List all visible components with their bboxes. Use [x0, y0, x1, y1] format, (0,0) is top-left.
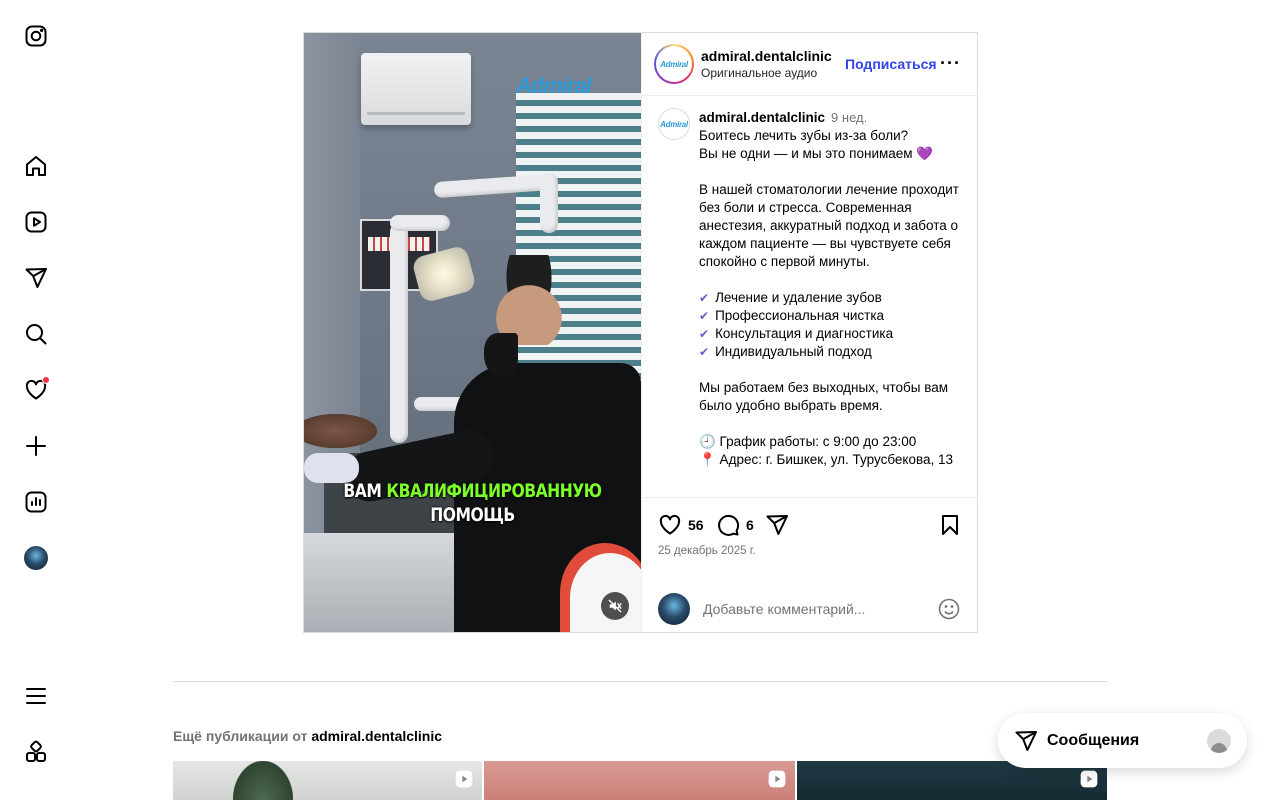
caption-paragraph-3: Мы работаем без выходных, чтобы вам было… — [699, 380, 949, 413]
emoji-icon — [938, 598, 960, 619]
save-button[interactable] — [938, 513, 962, 537]
heart-icon — [659, 514, 681, 535]
comment-input[interactable] — [703, 600, 923, 617]
like-count[interactable]: 56 — [688, 517, 704, 533]
messages-label: Сообщения — [1047, 731, 1140, 749]
checkmark-icon: ✔ — [699, 327, 710, 341]
reel-icon — [767, 769, 787, 789]
reel-icon — [454, 769, 474, 789]
caption-avatar-logo: Admiral — [660, 119, 688, 129]
service-item: ✔ Консультация и диагностика — [699, 326, 894, 341]
post-actions: 56 6 25 декабрь 2025 г. — [642, 497, 977, 585]
speaker-muted-icon — [608, 599, 622, 613]
post-header: Admiral admiral.dentalclinic Оригинально… — [642, 33, 977, 96]
author-avatar[interactable]: Admiral — [654, 44, 694, 84]
checkmark-icon: ✔ — [699, 345, 710, 359]
notification-dot — [42, 376, 50, 384]
create-plus-icon[interactable] — [22, 432, 50, 460]
search-icon[interactable] — [22, 320, 50, 348]
profile-avatar[interactable] — [22, 544, 50, 572]
reel-icon — [1079, 769, 1099, 789]
air-conditioner-image — [361, 53, 471, 125]
left-nav — [0, 0, 72, 800]
more-post-thumbnail[interactable] — [173, 761, 482, 800]
comment-count[interactable]: 6 — [746, 517, 754, 533]
author-avatar-logo: Admiral — [660, 59, 688, 69]
section-divider — [173, 681, 1108, 682]
emoji-button[interactable] — [937, 597, 961, 621]
share-button[interactable] — [765, 513, 789, 537]
more-posts-prefix: Ещё публикации от — [173, 728, 312, 744]
checkmark-icon: ✔ — [699, 309, 710, 323]
caption-paragraph-1: Боитесь лечить зубы из-за боли? Вы не од… — [699, 128, 934, 161]
schedule-line: 🕘 График работы: с 9:00 до 23:00 — [699, 434, 917, 449]
send-icon — [1015, 730, 1037, 751]
post-card: Admiral ВАМ КВАЛИФИЦИРОВАННУЮ ПОМОЩЬ Adm… — [303, 32, 978, 633]
instagram-logo-icon[interactable] — [22, 22, 50, 50]
caption-author-avatar[interactable]: Admiral — [658, 108, 690, 140]
service-item: ✔ Лечение и удаление зубов — [699, 290, 882, 305]
send-icon — [766, 515, 788, 535]
like-button[interactable]: 56 — [658, 513, 704, 537]
more-post-thumbnail[interactable] — [484, 761, 795, 800]
more-posts-heading: Ещё публикации от admiral.dentalclinic — [173, 728, 442, 744]
reels-icon[interactable] — [22, 208, 50, 236]
service-item: ✔ Индивидуальный подход — [699, 344, 872, 359]
comment-icon — [718, 514, 740, 536]
video-caption: ВАМ КВАЛИФИЦИРОВАННУЮ ПОМОЩЬ — [334, 479, 610, 527]
post-video[interactable]: Admiral ВАМ КВАЛИФИЦИРОВАННУЮ ПОМОЩЬ — [304, 33, 641, 632]
messages-avatar — [1207, 728, 1231, 753]
post-side-panel: Admiral admiral.dentalclinic Оригинально… — [641, 33, 977, 632]
caption-green: КВАЛИФИЦИРОВАННУЮ — [386, 480, 602, 502]
caption-white-1: ВАМ — [343, 480, 387, 502]
caption-author[interactable]: admiral.dentalclinic — [699, 110, 825, 125]
caption-white-2: ПОМОЩЬ — [430, 504, 515, 526]
follow-button[interactable]: Подписаться — [845, 56, 937, 72]
address-line: 📍 Адрес: г. Бишкек, ул. Турусбекова, 13 — [699, 452, 954, 467]
caption-time[interactable]: 9 нед. — [831, 110, 867, 125]
messages-floating-button[interactable]: Сообщения — [998, 713, 1247, 768]
caption-paragraph-2: В нашей стоматологии лечение проходит бе… — [699, 182, 959, 269]
home-icon[interactable] — [22, 152, 50, 180]
more-posts-author-link[interactable]: admiral.dentalclinic — [311, 728, 442, 744]
services-list: ✔ Лечение и удаление зубов ✔ Профессиональ… — [699, 289, 961, 361]
author-username[interactable]: admiral.dentalclinic — [701, 47, 832, 65]
mute-button[interactable] — [601, 592, 629, 620]
messages-icon[interactable] — [22, 264, 50, 292]
also-from-meta-icon[interactable] — [22, 738, 50, 766]
current-user-avatar — [658, 592, 690, 625]
add-comment-bar — [642, 585, 977, 632]
caption-area: Admiral admiral.dentalclinic 9 нед. Боите… — [642, 96, 977, 497]
checkmark-icon: ✔ — [699, 291, 710, 305]
menu-icon[interactable] — [22, 682, 50, 710]
dashboard-icon[interactable] — [22, 488, 50, 516]
more-options-button[interactable]: ··· — [940, 53, 961, 74]
post-date[interactable]: 25 декабрь 2025 г. — [658, 545, 756, 557]
notifications-heart-icon[interactable] — [22, 376, 50, 404]
bookmark-icon — [942, 515, 958, 535]
original-audio-link[interactable]: Оригинальное аудио — [701, 65, 832, 81]
service-item: ✔ Профессиональная чистка — [699, 308, 885, 323]
clinic-wall-logo: Admiral — [516, 73, 592, 98]
comment-button[interactable]: 6 — [716, 513, 754, 537]
